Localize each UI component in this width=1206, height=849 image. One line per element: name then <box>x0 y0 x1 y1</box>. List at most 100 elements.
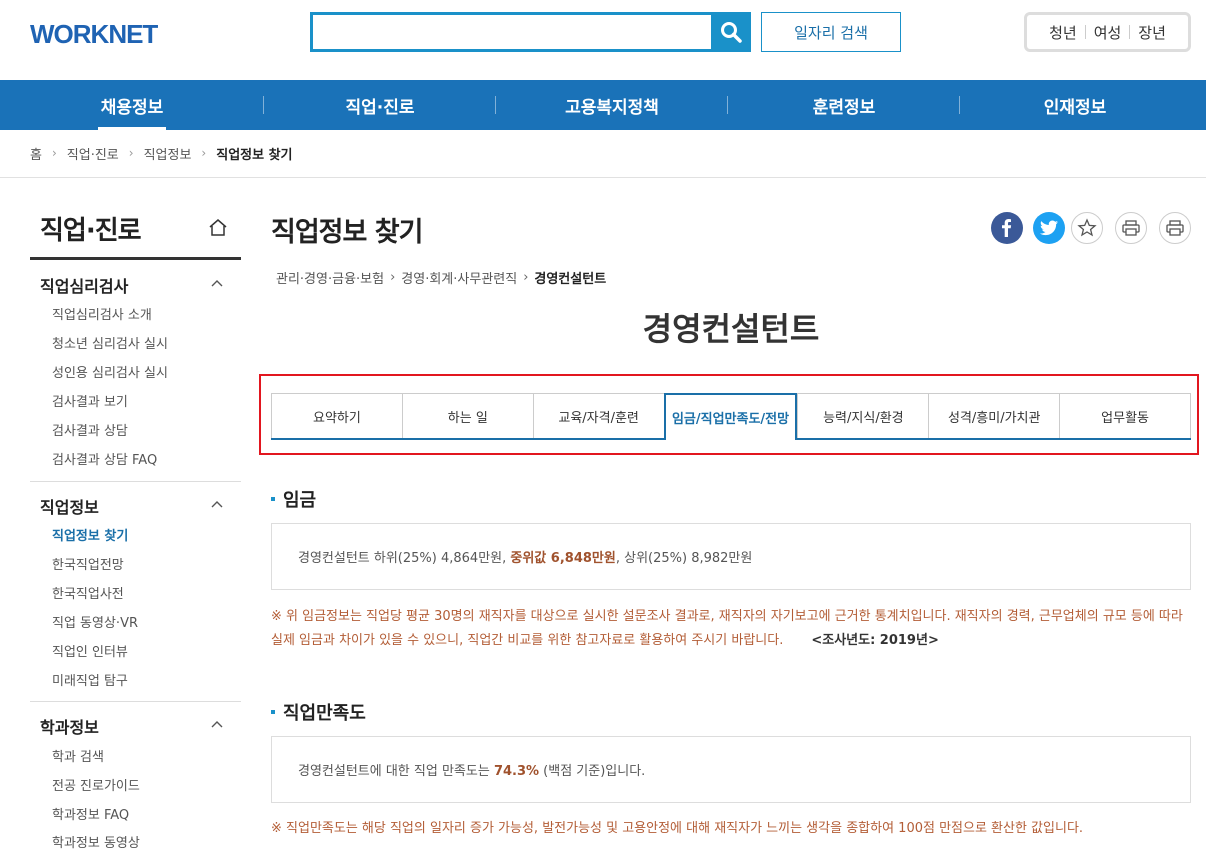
sidebar-item[interactable]: 청소년 심리검사 실시 <box>52 333 168 352</box>
target-youth[interactable]: 청년 <box>1041 22 1085 43</box>
breadcrumb-item[interactable]: 직업정보 <box>144 144 192 163</box>
wage-median: 중위값 6,848만원 <box>510 551 616 566</box>
chevron-right-icon: › <box>523 270 529 285</box>
sidebar-item[interactable]: 전공 진로가이드 <box>52 775 140 794</box>
global-nav: 채용정보 직업·진로 고용복지정책 훈련정보 인재정보 <box>0 80 1206 130</box>
sidebar-group-major-info[interactable]: 학과정보 <box>40 714 99 738</box>
gnb-item-career[interactable]: 직업·진로 <box>264 80 496 130</box>
breadcrumb-home[interactable]: 홈 <box>30 144 42 163</box>
active-indicator <box>98 127 166 130</box>
sidebar-item[interactable]: 한국직업전망 <box>52 554 124 573</box>
wage-text-before: 경영컨설턴트 하위(25%) 4,864만원, <box>298 551 511 566</box>
job-path-item[interactable]: 경영·회계·사무관련직 <box>401 268 517 287</box>
target-selector: 청년 여성 장년 <box>1024 12 1191 52</box>
breadcrumb: 홈 › 직업·진로 › 직업정보 › 직업정보 찾기 <box>30 143 293 163</box>
facebook-icon <box>1002 219 1012 237</box>
gnb-label: 고용복지정책 <box>565 97 659 118</box>
print-icon <box>1166 220 1184 236</box>
print-preview-button[interactable] <box>1115 212 1147 244</box>
sidebar-item-active[interactable]: 직업정보 찾기 <box>52 525 128 544</box>
sidebar-item[interactable]: 검사결과 상담 <box>52 420 128 439</box>
tab-work-activity[interactable]: 업무활동 <box>1059 393 1192 438</box>
sidebar-group-psych-test[interactable]: 직업심리검사 <box>40 273 128 297</box>
chevron-up-icon[interactable] <box>210 276 224 290</box>
satisfaction-text: 경영컨설턴트에 대한 직업 만족도는 74.3% (백점 기준)입니다. <box>298 760 645 779</box>
job-detail-tabs: 요약하기 하는 일 교육/자격/훈련 임금/직업만족도/전망 능력/지식/환경 … <box>271 393 1192 440</box>
sidebar-item[interactable]: 한국직업사전 <box>52 583 124 602</box>
satisfaction-info-box: 경영컨설턴트에 대한 직업 만족도는 74.3% (백점 기준)입니다. <box>271 736 1191 803</box>
print-preview-icon <box>1122 220 1140 236</box>
sidebar-item[interactable]: 성인용 심리검사 실시 <box>52 362 168 381</box>
bookmark-button[interactable] <box>1071 212 1103 244</box>
survey-year: <조사년도: 2019년> <box>811 633 939 648</box>
section-title-satisfaction: 직업만족도 <box>271 699 366 725</box>
chevron-right-icon: › <box>51 146 57 160</box>
target-women[interactable]: 여성 <box>1086 22 1130 43</box>
chevron-up-icon[interactable] <box>210 717 224 731</box>
tab-ability[interactable]: 능력/지식/환경 <box>797 393 929 438</box>
logo-text: WORKNET <box>30 18 158 49</box>
sidebar-item[interactable]: 학과정보 FAQ <box>52 804 129 823</box>
divider <box>0 177 1206 178</box>
chevron-right-icon: › <box>201 146 207 160</box>
sidebar-item[interactable]: 학과정보 동영상 <box>52 832 140 849</box>
satisfaction-note: ※ 직업만족도는 해당 직업의 일자리 증가 가능성, 발전가능성 및 고용안정… <box>271 821 1084 836</box>
divider <box>30 257 241 260</box>
gnb-item-talent[interactable]: 인재정보 <box>960 80 1190 130</box>
bullet <box>271 710 275 714</box>
sidebar-item[interactable]: 검사결과 상담 FAQ <box>52 449 157 468</box>
sidebar-title: 직업·진로 <box>40 216 142 246</box>
worknet-logo[interactable]: WORKNET <box>30 14 190 54</box>
wage-text: 경영컨설턴트 하위(25%) 4,864만원, 중위값 6,848만원, 상위(… <box>298 547 752 566</box>
section-title-text: 임금 <box>283 490 317 511</box>
divider <box>30 701 241 702</box>
job-path-item[interactable]: 관리·경영·금융·보험 <box>276 268 384 287</box>
target-middle-aged[interactable]: 장년 <box>1130 22 1174 43</box>
satisfaction-text-before: 경영컨설턴트에 대한 직업 만족도는 <box>298 764 494 779</box>
job-title: 경영컨설턴트 <box>642 310 820 348</box>
wage-note: ※ 위 임금정보는 직업당 평균 30명의 재직자를 대상으로 실시한 설문조사… <box>271 605 1191 653</box>
search-box <box>310 12 751 52</box>
job-path-current: 경영컨설턴트 <box>534 272 607 287</box>
sidebar-item[interactable]: 미래직업 탐구 <box>52 670 128 689</box>
gnb-item-training[interactable]: 훈련정보 <box>728 80 960 130</box>
bullet <box>271 497 275 501</box>
tab-wage-satisfaction-outlook[interactable]: 임금/직업만족도/전망 <box>663 393 798 440</box>
sidebar-item[interactable]: 검사결과 보기 <box>52 391 128 410</box>
search-button[interactable] <box>711 12 751 52</box>
job-search-button[interactable]: 일자리 검색 <box>761 12 901 52</box>
chevron-up-icon[interactable] <box>210 497 224 511</box>
sidebar-item[interactable]: 직업 동영상·VR <box>52 612 138 631</box>
sidebar-item[interactable]: 직업심리검사 소개 <box>52 304 152 323</box>
satisfaction-text-after: (백점 기준)입니다. <box>539 764 646 779</box>
twitter-icon <box>1040 220 1058 236</box>
gnb-label: 채용정보 <box>100 97 164 118</box>
print-button[interactable] <box>1159 212 1191 244</box>
gnb-label: 직업·진로 <box>345 97 415 118</box>
chevron-right-icon: › <box>390 270 396 285</box>
wage-text-after: , 상위(25%) 8,982만원 <box>615 551 753 566</box>
twitter-share-button[interactable] <box>1033 212 1065 244</box>
breadcrumb-item[interactable]: 직업·진로 <box>67 144 119 163</box>
section-title-text: 직업만족도 <box>283 703 366 724</box>
facebook-share-button[interactable] <box>991 212 1023 244</box>
tab-personality[interactable]: 성격/흥미/가치관 <box>928 393 1060 438</box>
search-input[interactable] <box>313 15 711 49</box>
search-icon <box>721 22 742 43</box>
tab-duties[interactable]: 하는 일 <box>401 393 533 438</box>
home-icon[interactable] <box>206 216 230 240</box>
satisfaction-value: 74.3% <box>493 764 540 779</box>
gnb-label: 훈련정보 <box>812 97 876 118</box>
sidebar-group-job-info[interactable]: 직업정보 <box>40 494 99 518</box>
sidebar-item[interactable]: 학과 검색 <box>52 746 104 765</box>
job-category-path: 관리·경영·금융·보험 › 경영·회계·사무관련직 › 경영컨설턴트 <box>276 268 606 287</box>
tab-education[interactable]: 교육/자격/훈련 <box>532 393 664 438</box>
star-icon <box>1077 218 1097 237</box>
breadcrumb-current: 직업정보 찾기 <box>216 147 293 163</box>
wage-note-text: ※ 위 임금정보는 직업당 평균 30명의 재직자를 대상으로 실시한 설문조사… <box>271 609 1183 648</box>
tab-summary[interactable]: 요약하기 <box>271 393 402 438</box>
gnb-item-welfare[interactable]: 고용복지정책 <box>496 80 728 130</box>
sidebar-item[interactable]: 직업인 인터뷰 <box>52 641 128 660</box>
divider <box>30 481 241 482</box>
gnb-item-recruit[interactable]: 채용정보 <box>0 80 264 130</box>
